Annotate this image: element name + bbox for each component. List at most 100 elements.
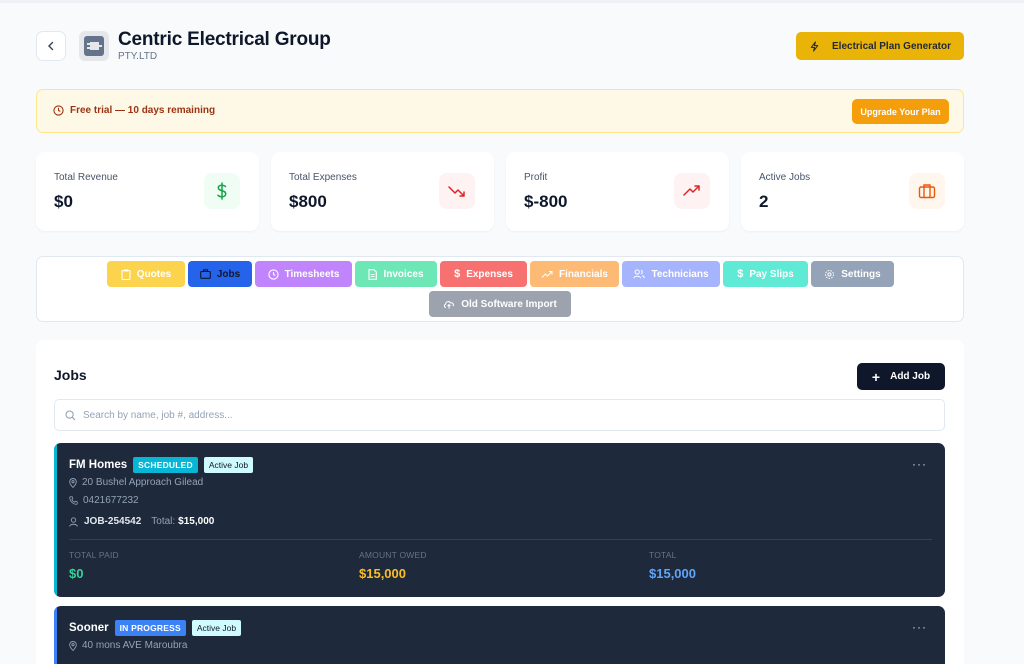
job-phone-row: 0421677232 xyxy=(69,495,139,506)
job-total-value: $15,000 xyxy=(178,516,215,527)
job-card[interactable]: FM Homes SCHEDULED Active Job ··· 20 Bus… xyxy=(54,443,945,597)
stat-card-profit: Profit $-800 xyxy=(506,152,729,231)
tab-invoices[interactable]: Invoices xyxy=(355,261,437,287)
back-button[interactable] xyxy=(36,31,66,61)
stat-label: Total Expenses xyxy=(289,172,357,183)
lightning-icon xyxy=(810,40,819,52)
job-card-divider xyxy=(69,539,932,540)
tab-financials[interactable]: Financials xyxy=(530,261,619,287)
user-icon xyxy=(69,516,78,527)
stat-value: $0 xyxy=(54,192,73,211)
tab-settings[interactable]: Settings xyxy=(811,261,894,287)
job-name: Sooner xyxy=(69,622,109,634)
stat-card-total-expenses: Total Expenses $800 xyxy=(271,152,494,231)
tab-expenses[interactable]: $ Expenses xyxy=(440,261,527,287)
tab-label: Financials xyxy=(559,268,608,280)
amount-owed-value: $15,000 xyxy=(359,566,406,581)
job-card-header: FM Homes SCHEDULED Active Job xyxy=(69,457,254,473)
tab-bar: Quotes Jobs Timesheets Invoices $ Expens… xyxy=(36,256,964,322)
tab-old-software-import[interactable]: Old Software Import xyxy=(429,291,571,317)
job-card[interactable]: Sooner IN PROGRESS Active Job ··· 40 mon… xyxy=(54,606,945,664)
phone-icon xyxy=(69,496,78,505)
job-card-header: Sooner IN PROGRESS Active Job xyxy=(69,620,242,636)
add-job-button[interactable]: + Add Job xyxy=(857,363,945,390)
tab-label: Settings xyxy=(841,268,881,280)
job-address: 40 mons AVE Maroubra xyxy=(82,640,188,651)
trend-down-icon xyxy=(439,173,475,209)
dollar-icon xyxy=(204,173,240,209)
tab-label: Old Software Import xyxy=(461,298,557,310)
users-icon xyxy=(633,269,646,279)
stat-label: Profit xyxy=(524,172,548,183)
briefcase-icon xyxy=(199,269,211,279)
tab-label: Quotes xyxy=(136,268,172,280)
grand-total-value: $15,000 xyxy=(649,566,696,581)
job-address: 20 Bushel Approach Gilead xyxy=(82,477,204,488)
job-status-stripe xyxy=(54,606,57,664)
job-total-label: Total: xyxy=(151,516,176,527)
job-meta-row: JOB-254542 Total: $15,000 xyxy=(69,516,214,527)
add-job-label: Add Job xyxy=(890,371,931,382)
active-job-badge: Active Job xyxy=(191,620,242,636)
stat-card-active-jobs: Active Jobs 2 xyxy=(741,152,964,231)
active-job-badge: Active Job xyxy=(203,457,254,473)
search-box xyxy=(54,399,945,431)
briefcase-icon xyxy=(909,173,945,209)
upgrade-plan-button[interactable]: Upgrade Your Plan xyxy=(852,99,949,124)
more-options-icon[interactable]: ··· xyxy=(912,620,927,634)
dollar-icon: $ xyxy=(737,268,744,280)
tab-technicians[interactable]: Technicians xyxy=(622,261,720,287)
stat-value: 2 xyxy=(759,192,769,211)
plug-logo-icon xyxy=(84,36,104,56)
job-address-row: 20 Bushel Approach Gilead xyxy=(69,477,203,488)
tab-label: Invoices xyxy=(383,268,424,280)
job-status-stripe xyxy=(54,443,57,597)
dollar-icon: $ xyxy=(454,268,461,280)
stat-label: Total Revenue xyxy=(54,172,118,183)
cloud-upload-icon xyxy=(444,301,455,309)
job-address-row: 40 mons AVE Maroubra xyxy=(69,640,187,651)
company-name: Centric Electrical Group xyxy=(118,29,331,50)
chevron-left-icon xyxy=(48,41,54,51)
plus-icon: + xyxy=(871,368,881,385)
job-number: JOB-254542 xyxy=(84,516,142,527)
document-icon xyxy=(368,268,378,280)
stat-card-total-revenue: Total Revenue $0 xyxy=(36,152,259,231)
amount-owed-label: AMOUNT OWED xyxy=(359,550,427,560)
tab-jobs[interactable]: Jobs xyxy=(188,261,252,287)
status-badge: SCHEDULED xyxy=(133,457,198,473)
stat-value: $800 xyxy=(289,192,327,211)
tab-label: Timesheets xyxy=(284,268,340,280)
map-pin-icon xyxy=(69,477,77,488)
company-logo xyxy=(79,31,109,61)
map-pin-icon xyxy=(69,640,77,651)
tab-label: Jobs xyxy=(216,268,241,280)
tab-timesheets[interactable]: Timesheets xyxy=(255,261,352,287)
stat-label: Active Jobs xyxy=(759,172,811,183)
clock-icon xyxy=(53,105,64,116)
job-phone: 0421677232 xyxy=(83,495,139,506)
trend-up-icon xyxy=(674,173,710,209)
grand-total-label: TOTAL xyxy=(649,550,677,560)
trial-message: Free trial — 10 days remaining xyxy=(70,105,216,116)
clock-icon xyxy=(267,268,279,280)
jobs-title: Jobs xyxy=(54,367,87,383)
company-subtitle: PTY.LTD xyxy=(118,51,158,62)
tab-label: Pay Slips xyxy=(749,268,794,280)
total-paid-label: TOTAL PAID xyxy=(69,550,119,560)
job-name: FM Homes xyxy=(69,459,128,471)
jobs-panel: Jobs + Add Job FM Homes SCHEDULED Active… xyxy=(36,340,964,664)
tab-quotes[interactable]: Quotes xyxy=(107,261,185,287)
top-border xyxy=(0,0,1024,3)
gear-icon xyxy=(825,269,835,279)
clipboard-icon xyxy=(121,269,131,280)
generator-button-label: Electrical Plan Generator xyxy=(832,40,951,52)
tab-label: Expenses xyxy=(466,268,513,280)
search-input[interactable] xyxy=(83,409,923,421)
more-options-icon[interactable]: ··· xyxy=(912,457,927,471)
trial-message-row: Free trial — 10 days remaining xyxy=(53,105,215,116)
electrical-plan-generator-button[interactable]: Electrical Plan Generator xyxy=(796,32,964,60)
tab-pay-slips[interactable]: $ Pay Slips xyxy=(723,261,808,287)
trial-banner: Free trial — 10 days remaining Upgrade Y… xyxy=(36,89,964,133)
search-icon xyxy=(65,409,76,420)
